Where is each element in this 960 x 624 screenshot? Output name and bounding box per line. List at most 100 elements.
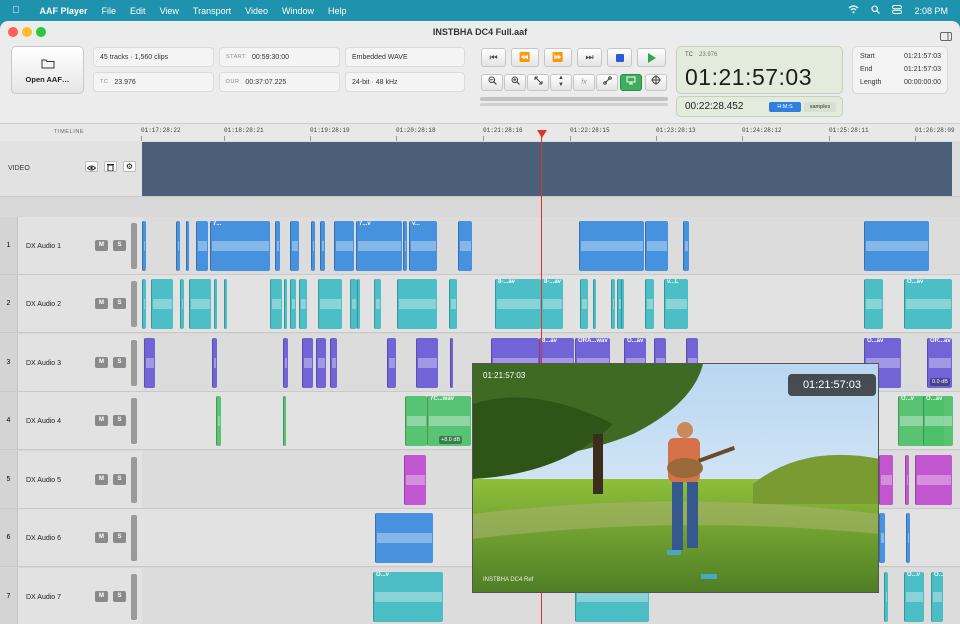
solo-button[interactable]: S [113,357,126,368]
track-lane[interactable]: 7... 7...v 7t v... [142,217,960,275]
track-name[interactable]: DX Audio 7 [26,594,61,601]
track-volume-fader[interactable] [131,398,137,444]
track-lane[interactable]: 8-...av 8-...av v...L O...av [142,275,960,333]
timeline-ruler[interactable]: TIMELINE 01:17:28:22 01:18:28:21 01:19:28:… [0,123,960,142]
audio-clip[interactable] [449,279,457,329]
menu-video[interactable]: Video [245,6,268,16]
track-name[interactable]: DX Audio 6 [26,535,61,542]
audio-clip[interactable]: 8-...av [541,279,563,329]
audio-clip[interactable] [879,513,885,563]
audio-clip[interactable] [270,279,282,329]
audio-clip[interactable] [189,279,211,329]
scrub-bar[interactable] [480,97,668,101]
audio-clip[interactable] [404,455,426,505]
mute-button[interactable]: M [95,591,108,602]
audio-clip[interactable] [397,279,437,329]
menu-edit[interactable]: Edit [130,6,146,16]
audio-clip[interactable] [283,338,288,388]
audio-clip[interactable] [290,221,299,271]
audio-clip[interactable] [196,221,208,271]
video-monitor-toggle[interactable] [620,74,642,91]
hms-mode-button[interactable]: H:M:S [769,102,801,112]
audio-clip[interactable] [290,279,296,329]
audio-clip[interactable] [180,279,184,329]
audio-clip[interactable] [318,279,342,329]
audio-clip[interactable] [216,396,221,446]
audio-clip[interactable] [142,279,146,329]
track-name[interactable]: DX Audio 3 [26,360,61,367]
mute-button[interactable]: M [95,240,108,251]
mute-button[interactable]: M [95,415,108,426]
audio-clip[interactable] [915,455,952,505]
audio-clip[interactable] [330,338,337,388]
solo-button[interactable]: S [113,240,126,251]
menu-app-name[interactable]: AAF Player [40,6,88,16]
fit-to-window-button[interactable] [527,74,549,91]
stop-button[interactable] [607,48,632,67]
audio-clip[interactable] [299,279,307,329]
audio-clip[interactable] [884,572,888,622]
mute-button[interactable]: M [95,298,108,309]
audio-clip[interactable] [224,279,227,329]
video-preview-window[interactable]: 01:21:57:03 01:21:57:03 INSTBHA DC4 Ref [472,363,879,593]
menu-window[interactable]: Window [282,6,314,16]
vertical-zoom-stepper[interactable]: ▲ ▼ [550,74,572,91]
audio-clip[interactable] [142,221,146,271]
track-volume-fader[interactable] [131,223,137,269]
audio-clip[interactable] [357,279,360,329]
scrub-bar-secondary[interactable] [480,103,668,106]
track-volume-fader[interactable] [131,340,137,386]
track-volume-fader[interactable] [131,515,137,561]
track-volume-fader[interactable] [131,457,137,503]
skip-to-start-button[interactable]: ⏮ [481,48,506,67]
audio-clip[interactable]: v...L [664,279,688,329]
audio-clip[interactable]: O... [931,572,943,622]
audio-clip[interactable] [275,221,280,271]
mute-button[interactable]: M [95,357,108,368]
zoom-in-button[interactable] [504,74,526,91]
audio-clip[interactable] [214,279,217,329]
minimize-window-button[interactable] [22,27,32,37]
rewind-button[interactable]: ⏪ [511,48,539,67]
audio-clip[interactable] [186,221,189,271]
track-name[interactable]: DX Audio 1 [26,243,61,250]
track-name[interactable]: DX Audio 5 [26,477,61,484]
audio-clip[interactable] [621,279,624,329]
wifi-icon[interactable] [848,5,859,16]
audio-clip[interactable] [374,279,381,329]
audio-clip[interactable] [350,279,357,329]
audio-clip[interactable] [387,338,396,388]
audio-clip[interactable] [212,338,217,388]
fast-forward-button[interactable]: ⏩ [544,48,572,67]
control-center-icon[interactable] [892,5,903,16]
clock-time[interactable]: 2:08 PM [914,6,948,16]
audio-clip[interactable] [416,338,438,388]
samples-mode-button[interactable]: samples [804,102,836,112]
video-clip[interactable] [142,142,952,196]
menu-transport[interactable]: Transport [193,6,231,16]
play-button[interactable] [637,48,666,67]
audio-clip[interactable] [645,221,668,271]
solo-button[interactable]: S [113,591,126,602]
audio-clip[interactable] [579,221,644,271]
audio-clip[interactable] [375,513,433,563]
audio-clip[interactable] [450,338,453,388]
menu-view[interactable]: View [160,6,179,16]
audio-clip[interactable] [905,455,909,505]
solo-button[interactable]: S [113,474,126,485]
audio-clip[interactable] [144,338,155,388]
audio-clip[interactable] [311,221,315,271]
zoom-window-button[interactable] [36,27,46,37]
audio-clip[interactable] [151,279,173,329]
audio-clip[interactable] [405,396,427,446]
mute-button[interactable]: M [95,474,108,485]
track-name[interactable]: DX Audio 4 [26,418,61,425]
audio-clip[interactable] [302,338,313,388]
audio-clip[interactable] [645,279,654,329]
audio-clip[interactable] [284,279,287,329]
audio-clip[interactable] [683,221,689,271]
mute-button[interactable]: M [95,532,108,543]
audio-clip[interactable] [334,221,354,271]
audio-clip[interactable] [283,396,286,446]
solo-button[interactable]: S [113,415,126,426]
